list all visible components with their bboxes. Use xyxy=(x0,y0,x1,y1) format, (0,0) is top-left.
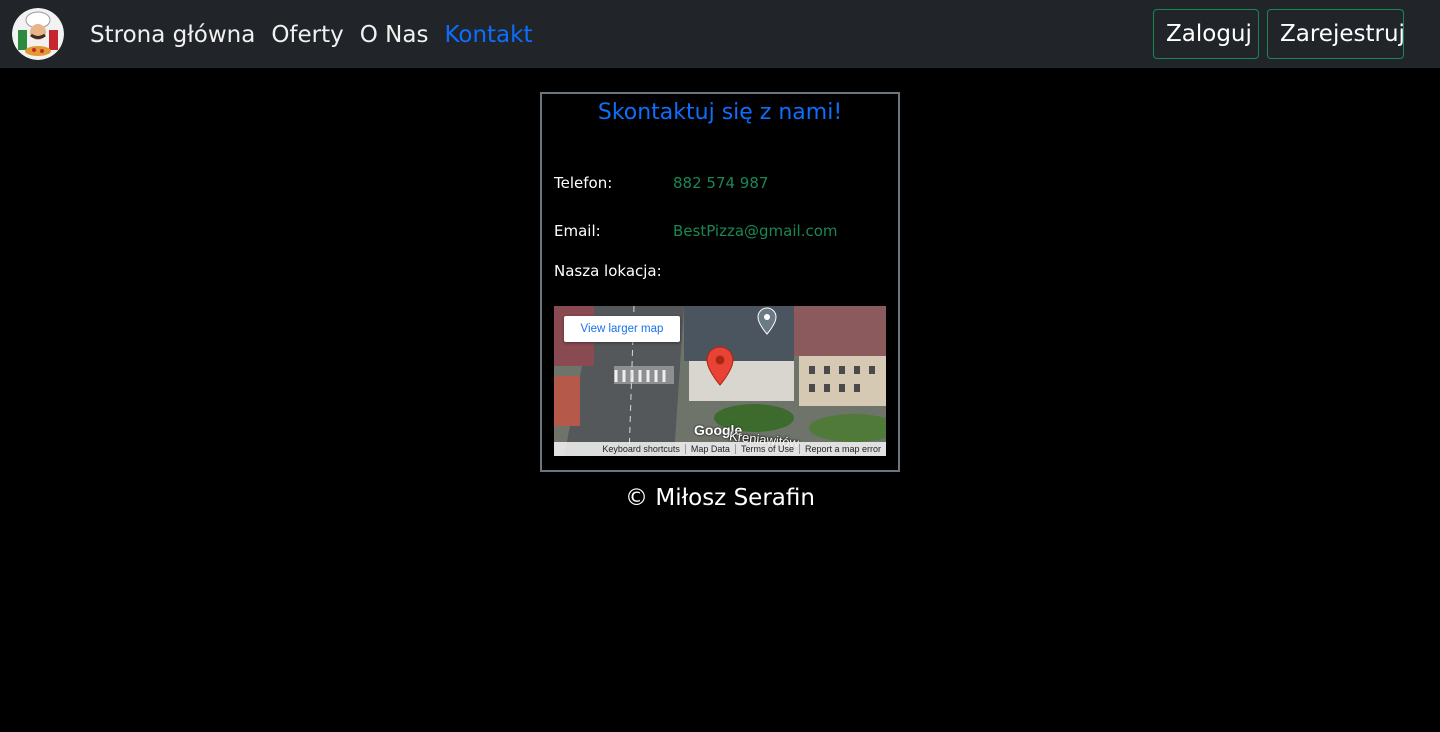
navbar: Strona główna Oferty O Nas Kontakt Zalog… xyxy=(0,0,1440,68)
pizza-chef-logo[interactable] xyxy=(12,8,64,60)
location-pin-icon xyxy=(706,346,734,386)
keyboard-shortcuts-link[interactable]: Keyboard shortcuts xyxy=(597,444,685,454)
phone-label: Telefon: xyxy=(554,174,613,192)
nav-link-about[interactable]: O Nas xyxy=(360,19,429,51)
view-larger-map-button[interactable]: View larger map xyxy=(564,316,680,342)
nav-links: Strona główna Oferty O Nas Kontakt xyxy=(90,19,549,51)
phone-value: 882 574 987 xyxy=(673,174,769,192)
nav-link-home[interactable]: Strona główna xyxy=(90,19,255,51)
login-button[interactable]: Zaloguj xyxy=(1153,9,1259,59)
nav-link-contact[interactable]: Kontakt xyxy=(444,19,532,51)
embedded-map[interactable]: View larger map Google Kreniawitów Keybo… xyxy=(554,306,886,456)
location-label: Nasza lokacja: xyxy=(554,262,662,280)
email-label: Email: xyxy=(554,222,601,240)
nav-link-offers[interactable]: Oferty xyxy=(271,19,343,51)
copyright-footer: © Miłosz Serafin xyxy=(625,485,815,511)
contact-card: Skontaktuj się z nami! Telefon: 882 574 … xyxy=(540,92,900,472)
map-data-link[interactable]: Map Data xyxy=(684,444,735,454)
register-button[interactable]: Zarejestruj xyxy=(1267,9,1405,59)
terms-of-use-link[interactable]: Terms of Use xyxy=(734,444,799,454)
map-footer: Keyboard shortcuts Map Data Terms of Use… xyxy=(554,442,886,456)
contact-title: Skontaktuj się z nami! xyxy=(597,100,843,125)
email-value: BestPizza@gmail.com xyxy=(673,222,838,240)
report-map-error-link[interactable]: Report a map error xyxy=(798,444,886,454)
